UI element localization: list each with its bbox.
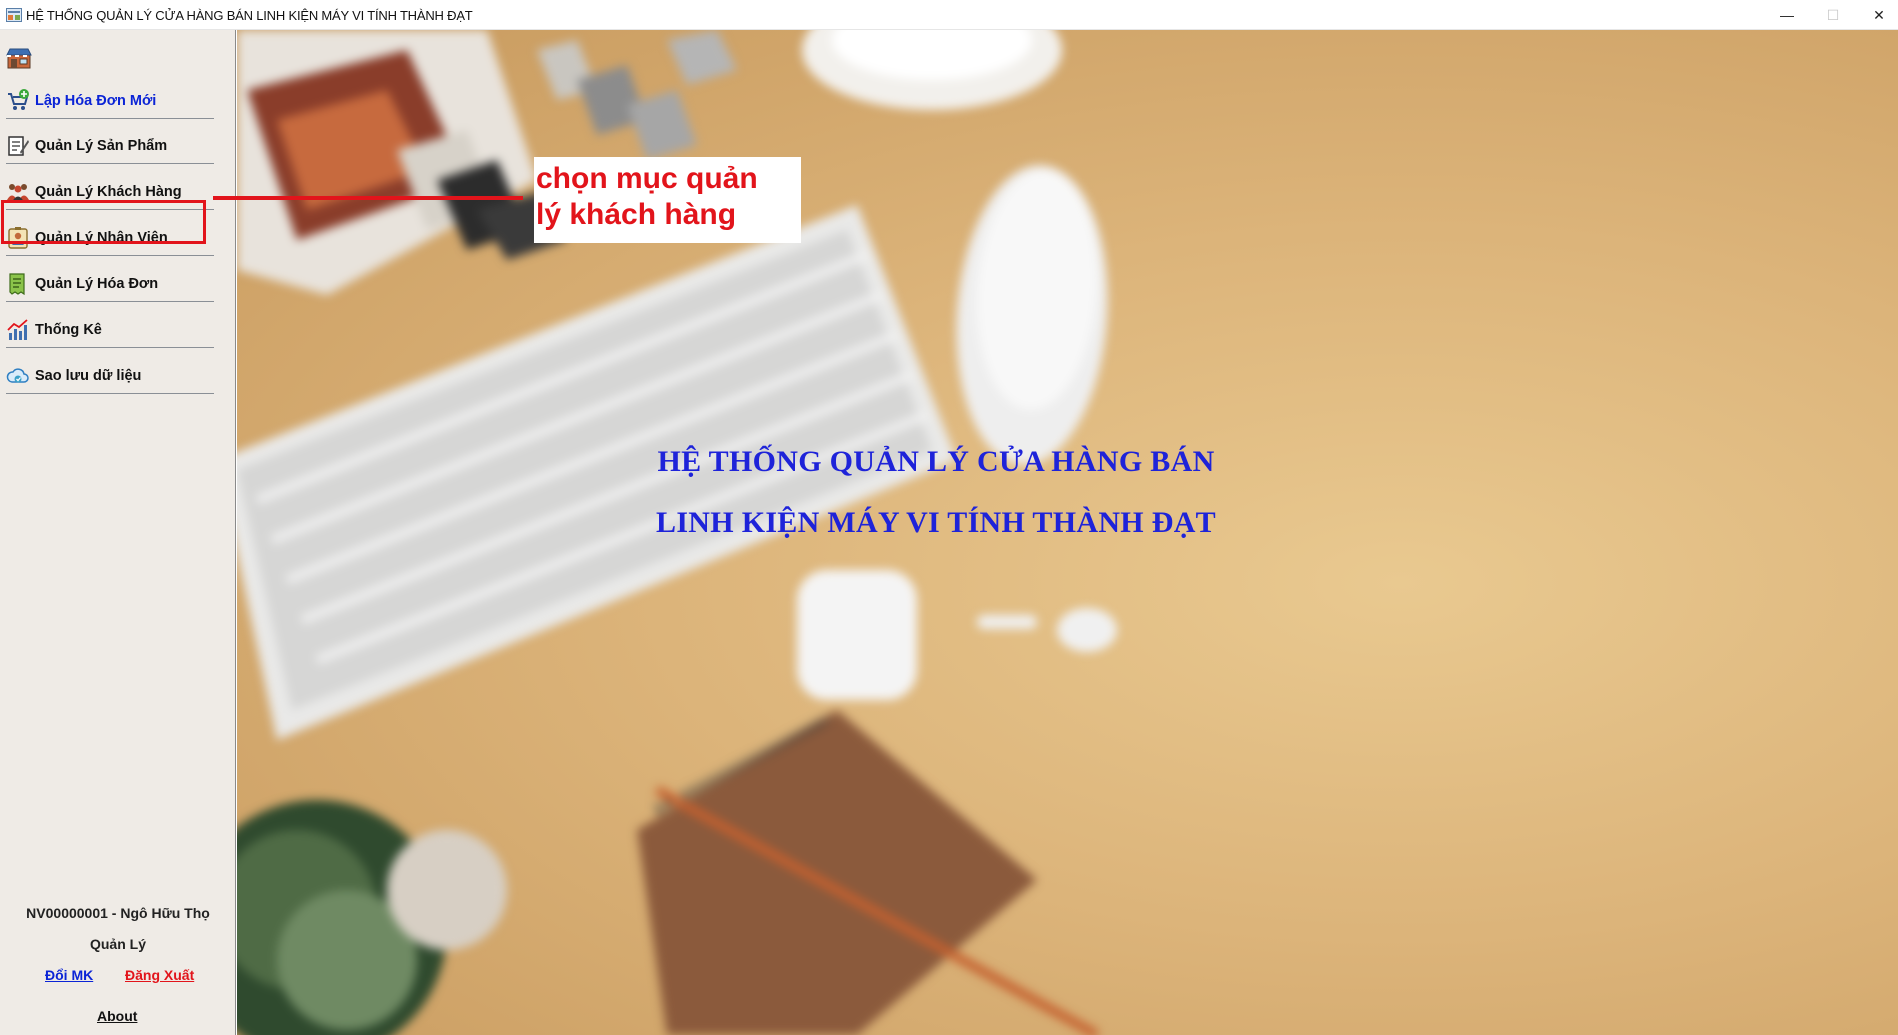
window-title: HỆ THỐNG QUẢN LÝ CỬA HÀNG BÁN LINH KIỆN … — [26, 8, 473, 23]
sidebar-item-label: Thống Kê — [35, 321, 102, 338]
annotation-text-line-1: chọn mục quản — [536, 162, 758, 195]
sidebar-item-invoices[interactable]: Quản Lý Hóa Đơn — [6, 266, 214, 302]
annotation-text-line-2: lý khách hàng — [536, 198, 737, 231]
main-title-line-1: HỆ THỐNG QUẢN LÝ CỬA HÀNG BÁN — [657, 445, 1215, 478]
sidebar-item-label: Sao lưu dữ liệu — [35, 367, 142, 384]
window-title-bar: HỆ THỐNG QUẢN LÝ CỬA HÀNG BÁN LINH KIỆN … — [0, 0, 1898, 30]
user-role: Quản Lý — [89, 936, 146, 952]
notepad-pen-icon — [6, 134, 30, 158]
sidebar-item-label: Quản Lý Hóa Đơn — [35, 275, 159, 292]
logout-link[interactable]: Đăng Xuất — [125, 967, 194, 983]
annotation-arrow-line — [213, 196, 523, 200]
main-title-line-2: LINH KIỆN MÁY VI TÍNH THÀNH ĐẠT — [656, 506, 1216, 539]
cloud-backup-icon — [6, 364, 30, 388]
app-icon — [6, 8, 22, 22]
sidebar-item-statistics[interactable]: Thống Kê — [6, 312, 214, 348]
sidebar-item-products[interactable]: Quản Lý Sản Phẩm — [6, 128, 214, 164]
sidebar-item-backup[interactable]: Sao lưu dữ liệu — [6, 358, 214, 394]
bar-chart-icon — [6, 318, 30, 342]
user-info: NV00000001 - Ngô Hữu Thọ — [26, 905, 210, 921]
annotation-highlight-box — [1, 200, 206, 244]
sidebar-item-new-invoice[interactable]: Lập Hóa Đơn Mới — [6, 83, 214, 119]
sidebar-item-label: Lập Hóa Đơn Mới — [35, 92, 157, 109]
about-link[interactable]: About — [97, 1008, 137, 1024]
sidebar-item-label: Quản Lý Sản Phẩm — [35, 137, 168, 154]
sidebar: Lập Hóa Đơn Mới Quản Lý Sản Phẩm Quản Lý… — [0, 30, 236, 1035]
maximize-button[interactable]: ☐ — [1810, 0, 1856, 30]
main-background: HỆ THỐNG QUẢN LÝ CỬA HÀNG BÁN LINH KIỆN … — [237, 30, 1898, 1035]
change-password-link[interactable]: Đổi MK — [45, 967, 93, 983]
annotation-callout: chọn mục quản lý khách hàng — [534, 157, 801, 243]
cart-add-icon — [6, 88, 30, 113]
store-icon — [6, 48, 32, 69]
close-button[interactable]: ✕ — [1856, 0, 1898, 30]
sidebar-item-label: Quản Lý Khách Hàng — [35, 183, 182, 200]
invoice-icon — [6, 272, 30, 296]
minimize-button[interactable]: — — [1764, 0, 1810, 30]
